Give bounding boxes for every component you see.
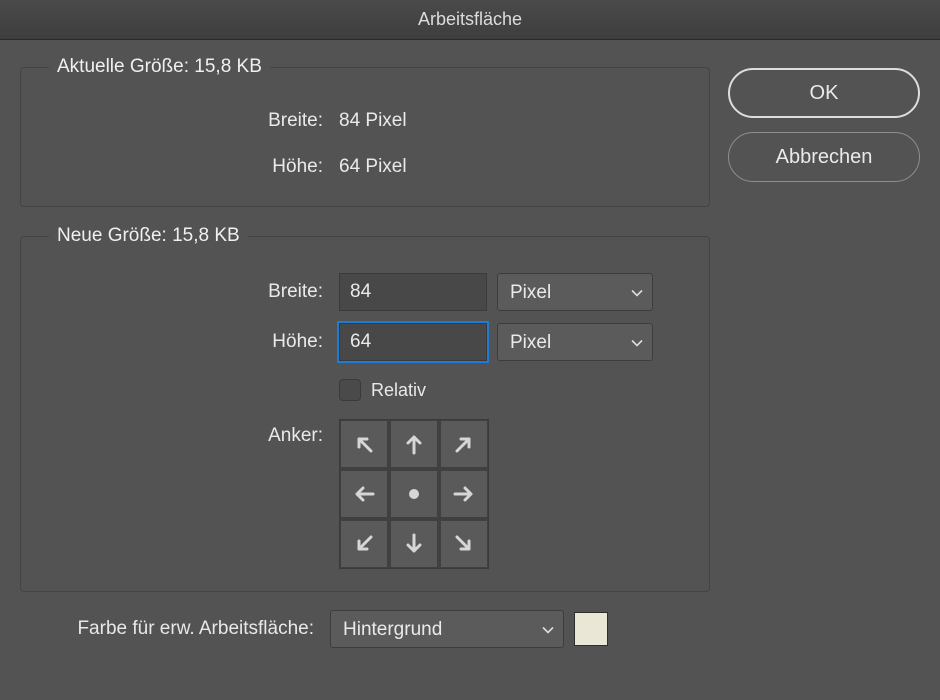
- dialog-title: Arbeitsfläche: [418, 9, 522, 30]
- anchor-center[interactable]: [390, 470, 438, 518]
- current-width-value: 84 Pixel: [339, 110, 407, 132]
- relative-checkbox[interactable]: [339, 379, 361, 401]
- anchor-e[interactable]: [440, 470, 488, 518]
- current-height-value: 64 Pixel: [339, 156, 407, 178]
- extension-color-label: Farbe für erw. Arbeitsfläche:: [20, 618, 330, 640]
- new-size-legend: Neue Größe: 15,8 KB: [49, 225, 248, 247]
- dialog-titlebar: Arbeitsfläche: [0, 0, 940, 40]
- anchor-sw[interactable]: [340, 520, 388, 568]
- width-unit-select[interactable]: Pixel: [497, 273, 653, 311]
- cancel-button[interactable]: Abbrechen: [728, 132, 920, 182]
- current-size-legend: Aktuelle Größe: 15,8 KB: [49, 56, 270, 78]
- anchor-grid: [339, 419, 489, 569]
- relative-label: Relativ: [371, 380, 426, 401]
- anchor-ne[interactable]: [440, 420, 488, 468]
- new-size-group: Neue Größe: 15,8 KB Breite: Pixel Höhe:: [20, 225, 710, 592]
- current-size-group: Aktuelle Größe: 15,8 KB Breite: 84 Pixel…: [20, 56, 710, 207]
- anchor-n[interactable]: [390, 420, 438, 468]
- height-unit-select[interactable]: Pixel: [497, 323, 653, 361]
- anchor-nw[interactable]: [340, 420, 388, 468]
- new-width-label: Breite:: [39, 281, 339, 303]
- current-height-label: Höhe:: [39, 156, 339, 178]
- current-width-label: Breite:: [39, 110, 339, 132]
- anchor-se[interactable]: [440, 520, 488, 568]
- width-input[interactable]: [339, 273, 487, 311]
- ok-button[interactable]: OK: [728, 68, 920, 118]
- anchor-w[interactable]: [340, 470, 388, 518]
- height-input[interactable]: [339, 323, 487, 361]
- anchor-label: Anker:: [39, 419, 339, 447]
- anchor-s[interactable]: [390, 520, 438, 568]
- new-height-label: Höhe:: [39, 331, 339, 353]
- extension-color-select[interactable]: Hintergrund: [330, 610, 564, 648]
- extension-color-swatch[interactable]: [574, 612, 608, 646]
